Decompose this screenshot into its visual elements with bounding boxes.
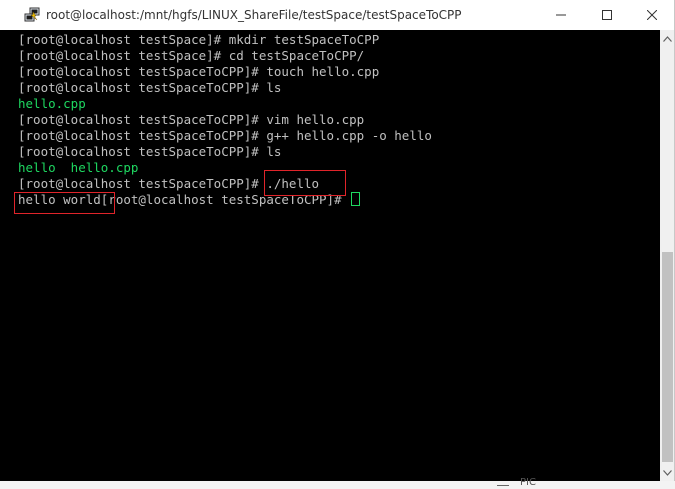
scrollbar-thumb[interactable] — [662, 252, 673, 462]
terminal-line: [root@localhost testSpace]# cd testSpace… — [18, 48, 365, 63]
terminal-cursor — [351, 192, 361, 206]
highlight-box-run-command — [264, 170, 346, 196]
highlight-box-program-output — [14, 192, 115, 214]
minimize-icon — [556, 14, 566, 16]
terminal-window: root@localhost:/mnt/hgfs/LINUX_ShareFile… — [0, 0, 675, 481]
title-bar[interactable]: root@localhost:/mnt/hgfs/LINUX_ShareFile… — [0, 0, 674, 30]
window-title: root@localhost:/mnt/hgfs/LINUX_ShareFile… — [46, 8, 462, 22]
maximize-icon — [602, 10, 612, 20]
terminal-line: [root@localhost testSpaceToCPP]# ls — [18, 144, 282, 159]
maximize-button[interactable] — [584, 0, 630, 30]
terminal-line: hello.cpp — [18, 96, 86, 111]
terminal-line: [root@localhost testSpaceToCPP]# g++ hel… — [18, 128, 432, 143]
terminal-line: [root@localhost testSpaceToCPP]# vim hel… — [18, 112, 365, 127]
background-label: PIC — [520, 477, 536, 488]
chevron-down-icon — [663, 469, 672, 476]
putty-icon[interactable] — [24, 7, 40, 23]
terminal-line: [root@localhost testSpaceToCPP]# ls — [18, 80, 282, 95]
minimize-button[interactable] — [538, 0, 584, 30]
terminal-line: [root@localhost testSpace]# mkdir testSp… — [18, 32, 380, 47]
close-button[interactable] — [629, 0, 674, 30]
scroll-down-button[interactable] — [660, 464, 674, 481]
terminal-line: [root@localhost testSpaceToCPP]# touch h… — [18, 64, 380, 79]
background-divider — [497, 485, 509, 486]
close-icon — [647, 10, 657, 20]
terminal-line: hello hello.cpp — [18, 160, 139, 175]
terminal-output[interactable]: [root@localhost testSpace]# mkdir testSp… — [0, 30, 660, 481]
background-strip — [0, 481, 675, 489]
vertical-scrollbar[interactable] — [660, 30, 674, 481]
chevron-up-icon — [663, 35, 672, 42]
scroll-up-button[interactable] — [660, 30, 674, 47]
